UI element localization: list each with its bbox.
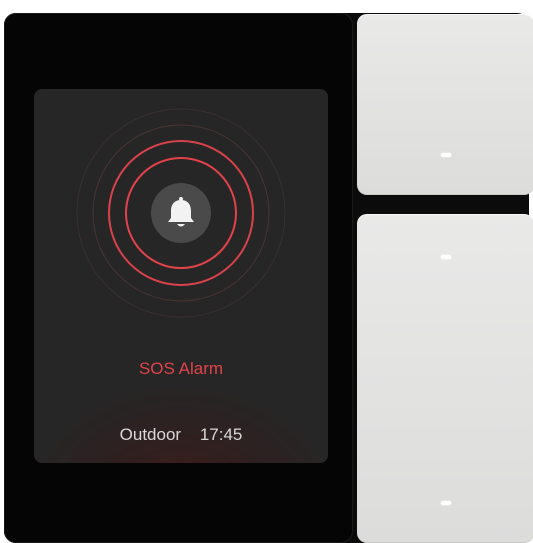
indicator-led-bottom (441, 501, 451, 505)
alarm-glow (34, 379, 328, 463)
alarm-title: SOS Alarm (138, 359, 224, 378)
indicator-led (441, 153, 451, 157)
time-label: 17:45 (199, 425, 243, 444)
indicator-led-top (441, 255, 451, 259)
smart-panel-device: SOS Alarm Outdoor 17:45 (0, 0, 533, 543)
rocker-switch-bottom[interactable] (357, 214, 533, 543)
rocker-switch-top[interactable] (357, 14, 533, 195)
location-label: Outdoor (119, 425, 182, 444)
alarm-rings-graphic (76, 108, 286, 318)
alarm-display[interactable]: SOS Alarm Outdoor 17:45 (34, 89, 328, 463)
status-row: Outdoor 17:45 (34, 425, 328, 445)
alarm-rings (34, 89, 328, 349)
